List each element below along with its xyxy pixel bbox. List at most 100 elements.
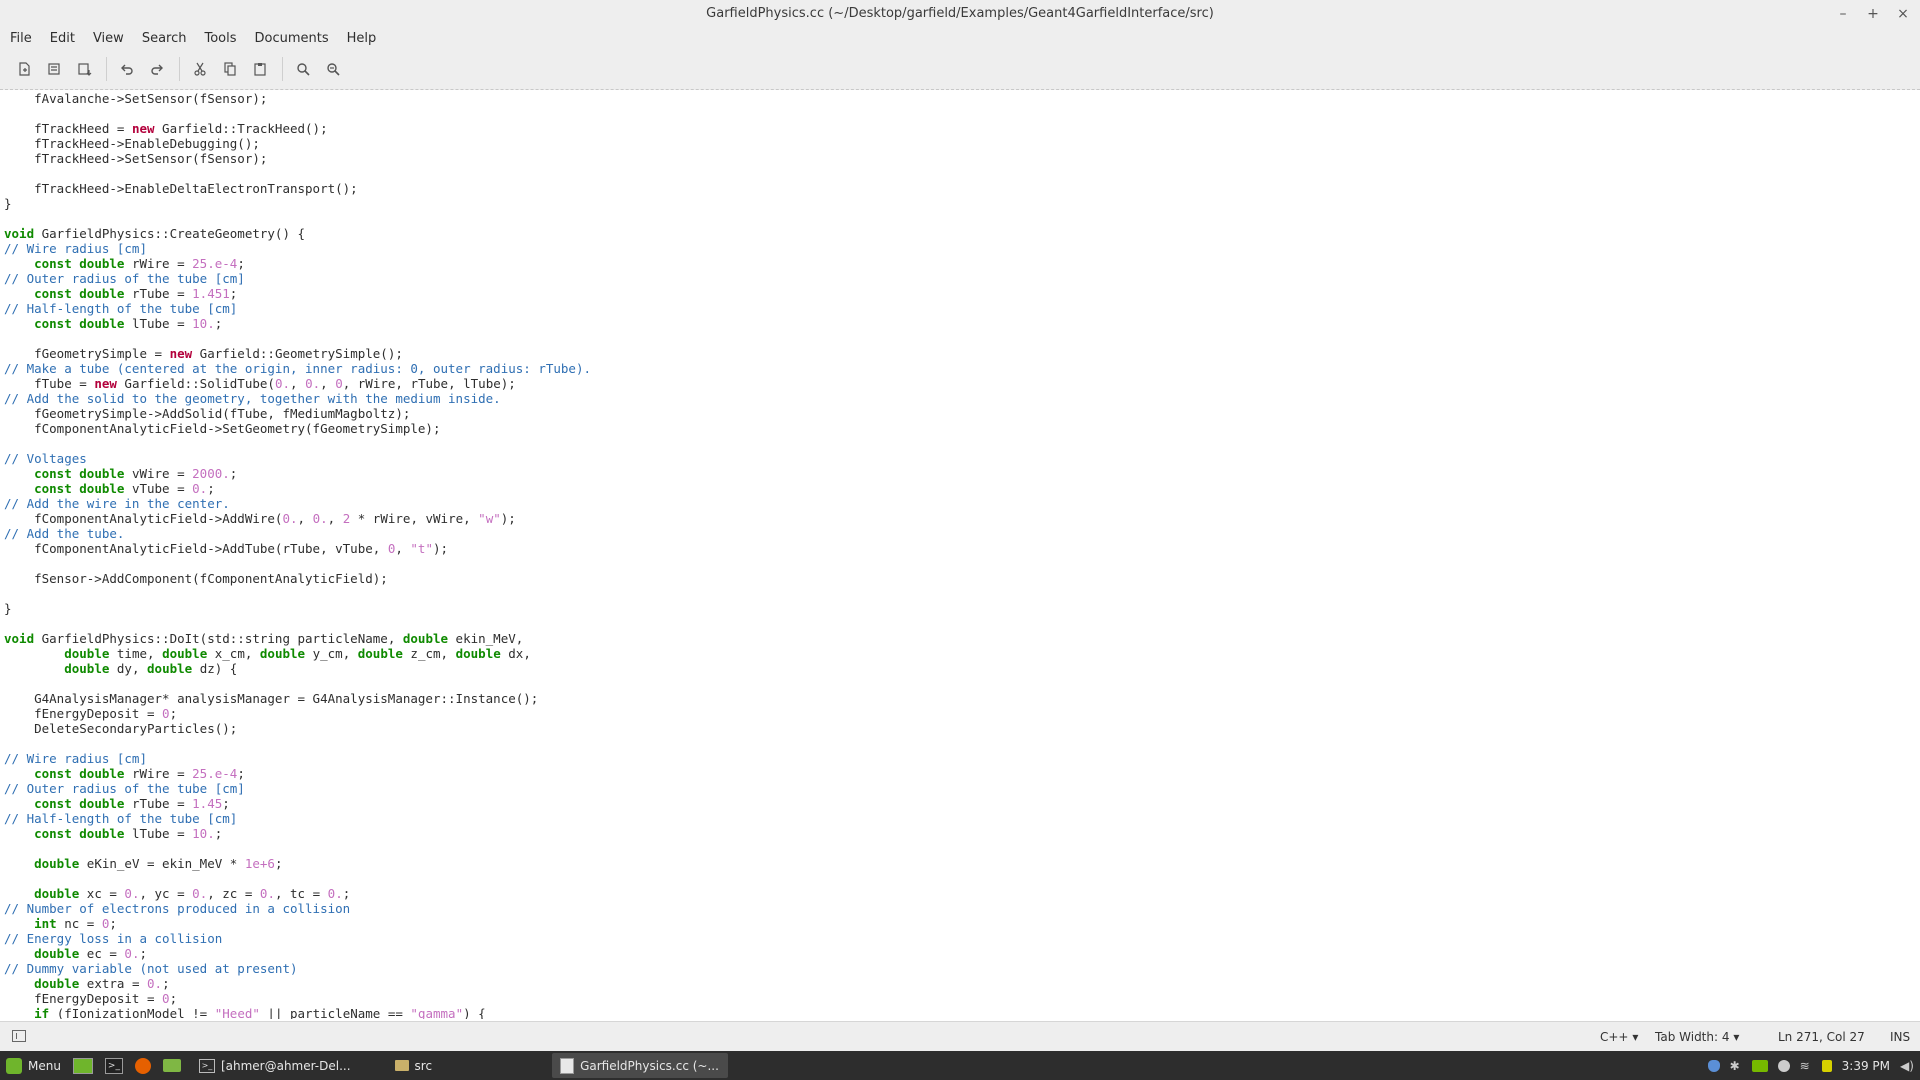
code-token: DeleteSecondaryParticles(); <box>4 721 238 736</box>
code-token: , zc = <box>207 886 260 901</box>
paste-icon[interactable] <box>246 56 274 82</box>
code-line: // Half-length of the tube [cm] <box>0 811 1920 826</box>
code-token: double <box>357 646 403 661</box>
start-menu-button[interactable]: Menu <box>0 1051 67 1080</box>
taskbar-window-editor[interactable]: GarfieldPhysics.cc (~... <box>552 1053 729 1078</box>
code-token: x_cm, <box>207 646 260 661</box>
code-token: fComponentAnalyticField->SetGeometry(fGe… <box>4 421 441 436</box>
code-token: , <box>290 376 306 391</box>
code-line: ​ <box>0 556 1920 571</box>
code-token: if <box>34 1006 50 1019</box>
code-token: const double <box>34 796 125 811</box>
code-line: // Add the tube. <box>0 526 1920 541</box>
firefox-launcher-icon[interactable] <box>129 1051 157 1080</box>
code-token: 2000. <box>192 466 230 481</box>
toolbar-separator <box>282 56 283 81</box>
battery-icon[interactable] <box>1821 1059 1832 1072</box>
bluetooth-icon[interactable]: ✱ <box>1730 1060 1742 1072</box>
code-token: 0. <box>282 511 298 526</box>
shield-icon[interactable] <box>1707 1059 1720 1072</box>
code-line: // Voltages <box>0 451 1920 466</box>
title-bar: GarfieldPhysics.cc (~/Desktop/garfield/E… <box>0 0 1920 28</box>
code-token: 0. <box>192 886 208 901</box>
language-selector[interactable]: C++ ▾ <box>1600 1022 1638 1052</box>
code-line: const double rTube = 1.45; <box>0 796 1920 811</box>
code-token: Garfield::GeometrySimple(); <box>192 346 403 361</box>
code-line: ​ <box>0 331 1920 346</box>
new-document-icon[interactable] <box>10 56 38 82</box>
user-icon[interactable] <box>1777 1059 1790 1072</box>
cut-icon[interactable] <box>186 56 214 82</box>
code-token: dx, <box>500 646 531 661</box>
wifi-icon[interactable]: ≋ <box>1800 1060 1812 1072</box>
taskbar-window-terminal[interactable]: >_ [ahmer@ahmer-Del... <box>191 1053 359 1078</box>
code-token: eKin_eV = ekin_MeV * <box>79 856 245 871</box>
code-token: lTube = <box>124 826 193 841</box>
code-line: const double lTube = 10.; <box>0 316 1920 331</box>
code-token: ; <box>169 706 178 721</box>
system-tray: ✱ ≋ 3:39 PM ◀) <box>1707 1051 1920 1080</box>
code-line: fTrackHeed->EnableDeltaElectronTransport… <box>0 181 1920 196</box>
code-token: 0. <box>259 886 275 901</box>
code-token: GarfieldPhysics::CreateGeometry() { <box>34 226 306 241</box>
code-token: ; <box>109 916 117 931</box>
code-token: ; <box>229 286 238 301</box>
code-token: Garfield::SolidTube( <box>116 376 275 391</box>
files-launcher-icon[interactable] <box>157 1051 187 1080</box>
tab-width-selector[interactable]: Tab Width: 4 ▾ <box>1655 1022 1739 1052</box>
copy-icon[interactable] <box>216 56 244 82</box>
find-icon[interactable] <box>289 56 317 82</box>
code-editor[interactable]: fAvalanche->SetSensor(fSensor);​ fTrackH… <box>0 91 1920 1019</box>
menu-help[interactable]: Help <box>345 31 379 46</box>
nvidia-icon[interactable] <box>1751 1059 1768 1072</box>
find-replace-icon[interactable] <box>319 56 347 82</box>
show-desktop-icon[interactable] <box>67 1051 99 1080</box>
code-token: 0 <box>162 706 170 721</box>
menu-tools[interactable]: Tools <box>202 31 238 46</box>
save-icon[interactable] <box>70 56 98 82</box>
clock[interactable]: 3:39 PM <box>1842 1059 1890 1073</box>
taskbar-window-src[interactable]: src <box>387 1053 441 1078</box>
code-token: 1e+6 <box>244 856 275 871</box>
redo-icon[interactable] <box>143 56 171 82</box>
code-token: const double <box>34 316 125 331</box>
menu-view[interactable]: View <box>91 31 126 46</box>
code-token: (fIonizationModel != <box>49 1006 215 1019</box>
code-token: } <box>4 196 12 211</box>
menu-file[interactable]: File <box>8 31 34 46</box>
code-token: GarfieldPhysics::DoIt(std::string partic… <box>34 631 403 646</box>
code-line: fComponentAnalyticField->SetGeometry(fGe… <box>0 421 1920 436</box>
code-token: // Add the wire in the center. <box>4 496 230 511</box>
code-token: double <box>34 976 80 991</box>
insert-mode: INS <box>1890 1030 1911 1044</box>
menu-documents[interactable]: Documents <box>253 31 331 46</box>
code-line: G4AnalysisManager* analysisManager = G4A… <box>0 691 1920 706</box>
close-button[interactable]: × <box>1896 0 1910 28</box>
undo-icon[interactable] <box>113 56 141 82</box>
open-icon[interactable] <box>40 56 68 82</box>
code-line: double extra = 0.; <box>0 976 1920 991</box>
code-token: 0. <box>305 376 321 391</box>
code-token: double <box>259 646 306 661</box>
code-line: double eKin_eV = ekin_MeV * 1e+6; <box>0 856 1920 871</box>
code-token: const double <box>34 481 125 496</box>
code-token: rWire = <box>124 256 193 271</box>
code-line: fComponentAnalyticField->AddTube(rTube, … <box>0 541 1920 556</box>
toolbar-separator <box>106 56 107 81</box>
menu-edit[interactable]: Edit <box>48 31 77 46</box>
maximize-button[interactable]: + <box>1866 0 1880 28</box>
code-token: dy, <box>109 661 148 676</box>
code-token: const double <box>34 766 125 781</box>
terminal-launcher-icon[interactable]: >_ <box>99 1051 129 1080</box>
terminal-icon: >_ <box>198 1058 215 1073</box>
volume-icon[interactable]: ◀) <box>1900 1060 1914 1072</box>
code-token: fEnergyDeposit = <box>4 991 163 1006</box>
minimize-button[interactable]: – <box>1836 0 1850 28</box>
code-token: const double <box>34 286 125 301</box>
menu-search[interactable]: Search <box>140 31 189 46</box>
side-panel-toggle-icon[interactable] <box>12 1030 26 1042</box>
